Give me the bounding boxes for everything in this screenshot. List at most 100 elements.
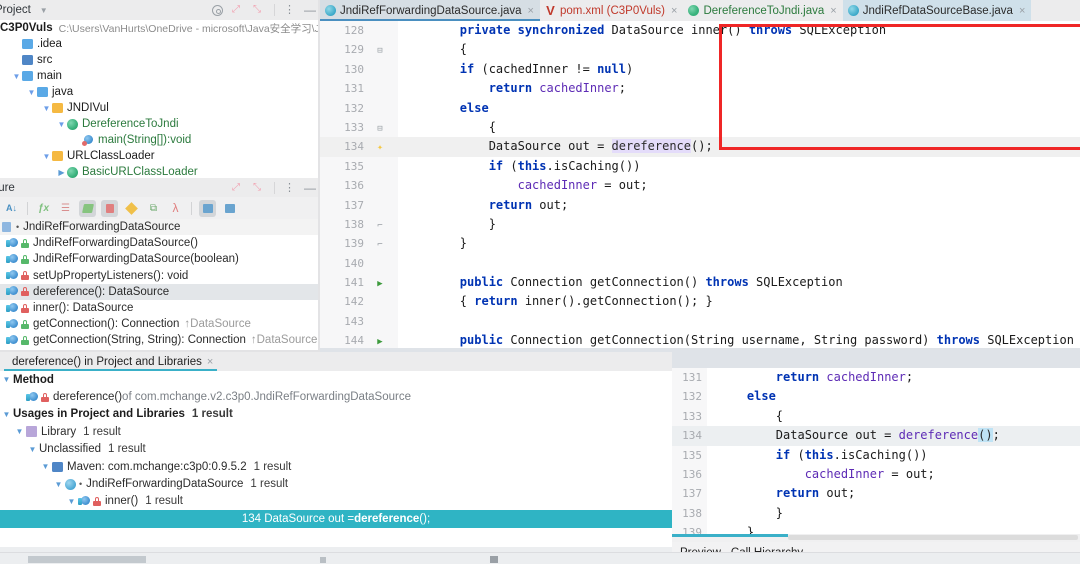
show-non-public-icon[interactable] <box>101 200 118 217</box>
usages-row-method-group[interactable]: ▼ Method <box>0 371 672 388</box>
usages-row-library[interactable]: ▼ Library 1 result <box>0 423 672 440</box>
code-line[interactable]: 140 <box>320 254 1080 273</box>
tree-row-idea[interactable]: .idea <box>0 36 320 52</box>
structure-list[interactable]: • JndiRefForwardingDataSource JndiRefFor… <box>0 219 320 350</box>
show-anonymous-icon[interactable]: ⧉ <box>145 200 162 217</box>
collapse-all-icon[interactable]: ⤢ <box>232 182 244 194</box>
close-icon[interactable]: × <box>671 5 677 17</box>
preview-code-line[interactable]: 132 else <box>672 387 1080 406</box>
usages-row-inner-method[interactable]: ▼ inner() 1 result <box>0 493 672 510</box>
code-line[interactable]: 131 return cachedInner; <box>320 79 1080 98</box>
code-line[interactable]: 129⊟ { <box>320 40 1080 59</box>
status-bar-chip[interactable] <box>28 556 146 563</box>
usages-row-dereference[interactable]: dereference() of com.mchange.v2.c3p0.Jnd… <box>0 388 672 405</box>
expand-icon[interactable]: ⤡ <box>253 182 265 194</box>
gutter-marker[interactable]: ▶ <box>372 331 388 348</box>
code-line[interactable]: 143 <box>320 312 1080 331</box>
preview-code-view[interactable]: 131 return cachedInner;132 else133 {134 … <box>672 368 1080 534</box>
code-line[interactable]: 138⌐ } <box>320 215 1080 234</box>
expand-all-icon[interactable] <box>199 200 216 217</box>
usages-row-maven[interactable]: ▼ Maven: com.mchange:c3p0:0.9.5.2 1 resu… <box>0 458 672 475</box>
usages-row-unclassified[interactable]: ▼ Unclassified 1 result <box>0 441 672 458</box>
gutter-marker[interactable]: ⊟ <box>372 118 388 139</box>
usages-row-usages-group[interactable]: ▼ Usages in Project and Libraries 1 resu… <box>0 406 672 423</box>
minimize-icon[interactable]: — <box>304 182 316 194</box>
show-fields-icon[interactable] <box>123 200 140 217</box>
tree-arrow-expanded[interactable]: ▼ <box>39 462 52 471</box>
tree-arrow-expanded[interactable]: ▼ <box>65 497 78 506</box>
options-kebab-icon[interactable]: ⋮ <box>284 5 295 15</box>
usages-selected-result-row[interactable]: 134 DataSource out = dereference (); <box>0 510 672 527</box>
tree-arrow-expanded[interactable]: ▼ <box>13 427 26 436</box>
tree-row-dereferencetojndi[interactable]: ▼ DereferenceToJndi <box>0 116 320 132</box>
structure-item-constructor[interactable]: JndiRefForwardingDataSource() <box>0 235 320 251</box>
preview-code-line[interactable]: 134 DataSource out = dereference(); <box>672 426 1080 445</box>
tree-row-main[interactable]: ▼ main <box>0 68 320 84</box>
tree-arrow-expanded[interactable]: ▼ <box>41 152 52 161</box>
collapse-all-icon[interactable]: ⤢ <box>232 4 244 16</box>
code-line[interactable]: 132 else <box>320 99 1080 118</box>
code-editor[interactable]: 128 private synchronized DataSource inne… <box>320 21 1080 348</box>
structure-item-constructor-boolean[interactable]: JndiRefForwardingDataSource(boolean) <box>0 251 320 267</box>
gutter-marker[interactable]: ⌐ <box>372 215 388 236</box>
editor-tab-pomxml[interactable]: V pom.xml (C3P0Vuls) × <box>540 0 683 21</box>
tree-row-src[interactable]: src <box>0 52 320 68</box>
code-line[interactable]: 139⌐ } <box>320 234 1080 253</box>
structure-item-dereference[interactable]: dereference(): DataSource <box>0 284 320 300</box>
show-lambdas-icon[interactable]: λ <box>167 200 184 217</box>
project-tree[interactable]: C3P0Vuls C:\Users\VanHurts\OneDrive - mi… <box>0 20 320 178</box>
tree-arrow-expanded[interactable]: ▼ <box>11 72 22 81</box>
sort-by-visibility-icon[interactable]: ƒx <box>35 200 52 217</box>
close-icon[interactable]: × <box>528 5 534 17</box>
code-line[interactable]: 141▶ public Connection getConnection() t… <box>320 273 1080 292</box>
find-usages-tab[interactable]: dereference() in Project and Libraries × <box>0 352 221 371</box>
structure-item-inner[interactable]: inner(): DataSource <box>0 300 320 316</box>
editor-tab-dereferencetojndi[interactable]: DereferenceToJndi.java × <box>683 0 842 21</box>
tree-row-jndivul[interactable]: ▼ JNDIVul <box>0 100 320 116</box>
find-usages-results-tree[interactable]: ▼ Method dereference() of com.mchange.v2… <box>0 371 672 547</box>
close-icon[interactable]: × <box>830 5 836 17</box>
preview-code-line[interactable]: 139 } <box>672 523 1080 534</box>
editor-tab-jndirefdatasourcebase[interactable]: JndiRefDataSourceBase.java × <box>843 0 1032 21</box>
tree-arrow-expanded[interactable]: ▼ <box>0 375 13 384</box>
tree-row-main-method[interactable]: main(String[]):void <box>0 132 320 148</box>
gutter-marker[interactable]: ⌐ <box>372 234 388 255</box>
preview-code-line[interactable]: 138 } <box>672 504 1080 523</box>
preview-code-line[interactable]: 136 cachedInner = out; <box>672 465 1080 484</box>
code-line[interactable]: 134✦ DataSource out = dereference(); <box>320 137 1080 156</box>
code-line[interactable]: 137 return out; <box>320 196 1080 215</box>
preview-code-line[interactable]: 135 if (this.isCaching()) <box>672 446 1080 465</box>
code-line[interactable]: 130 if (cachedInner != null) <box>320 60 1080 79</box>
collapse-all-icon[interactable] <box>221 200 238 217</box>
status-bar-indicator-1[interactable] <box>320 557 326 563</box>
code-line[interactable]: 128 private synchronized DataSource inne… <box>320 21 1080 40</box>
tree-arrow-expanded[interactable]: ▼ <box>52 480 65 489</box>
gutter-marker[interactable]: ✦ <box>372 137 388 157</box>
group-by-icon[interactable]: ☰ <box>57 200 74 217</box>
tree-row-root[interactable]: C3P0Vuls C:\Users\VanHurts\OneDrive - mi… <box>0 20 320 36</box>
editor-tab-jndireforwardingdatasource[interactable]: JndiRefForwardingDataSource.java × <box>320 0 540 21</box>
tree-row-java[interactable]: ▼ java <box>0 84 320 100</box>
code-line[interactable]: 133⊟ { <box>320 118 1080 137</box>
structure-item-setuppropertylisteners[interactable]: setUpPropertyListeners(): void <box>0 268 320 284</box>
tree-arrow-expanded[interactable]: ▼ <box>56 120 67 129</box>
code-line[interactable]: 142 { return inner().getConnection(); } <box>320 292 1080 311</box>
code-line[interactable]: 144▶ public Connection getConnection(Str… <box>320 331 1080 348</box>
target-icon[interactable] <box>212 5 223 16</box>
preview-scrollbar-thumb[interactable] <box>788 535 1078 540</box>
usages-row-class[interactable]: ▼ • JndiRefForwardingDataSource 1 result <box>0 475 672 492</box>
tree-arrow-expanded[interactable]: ▼ <box>0 410 13 419</box>
options-kebab-icon[interactable]: ⋮ <box>284 183 295 193</box>
gutter-marker[interactable]: ⊟ <box>372 40 388 61</box>
gutter-marker[interactable]: ▶ <box>372 273 388 294</box>
structure-item-class[interactable]: • JndiRefForwardingDataSource <box>0 219 320 235</box>
structure-item-getconnection-args[interactable]: getConnection(String, String): Connectio… <box>0 332 320 348</box>
tree-arrow-expanded[interactable]: ▼ <box>26 445 39 454</box>
tree-arrow-collapsed[interactable]: ▶ <box>56 168 67 177</box>
sort-alphabetically-icon[interactable]: A↓ <box>3 200 20 217</box>
code-line[interactable]: 136 cachedInner = out; <box>320 176 1080 195</box>
close-icon[interactable]: × <box>1019 5 1025 17</box>
preview-code-line[interactable]: 133 { <box>672 407 1080 426</box>
close-icon[interactable]: × <box>207 356 213 368</box>
status-bar-indicator-2[interactable] <box>490 556 498 563</box>
